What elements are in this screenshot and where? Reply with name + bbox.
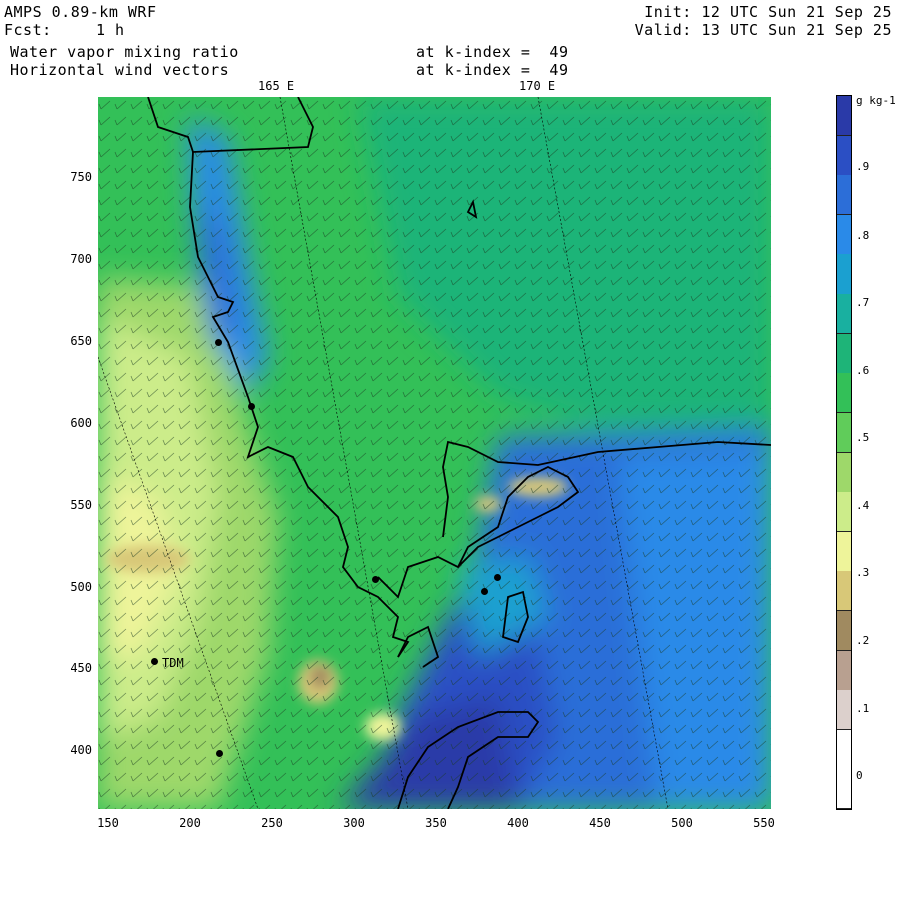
colorbar-segment <box>837 214 851 255</box>
colorbar-segment <box>837 294 851 335</box>
station-dot <box>372 576 379 583</box>
init-time: Init: 12 UTC Sun 21 Sep 25 <box>644 3 892 21</box>
x-tick: 150 <box>97 816 119 830</box>
colorbar-segment <box>837 175 851 216</box>
colorbar-label: .3 <box>856 566 870 579</box>
station-dot <box>494 574 501 581</box>
x-tick: 500 <box>671 816 693 830</box>
longitude-label-165e: 165 E <box>258 79 295 93</box>
station-dot <box>215 339 222 346</box>
colorbar <box>836 95 852 810</box>
x-tick: 550 <box>753 816 775 830</box>
colorbar-segment <box>837 135 851 176</box>
y-tick: 600 <box>70 416 92 430</box>
station-dot <box>216 750 223 757</box>
y-tick: 550 <box>70 498 92 512</box>
station-label-tdm: TDM <box>162 656 184 670</box>
station-dot <box>481 588 488 595</box>
x-tick: 200 <box>179 816 201 830</box>
y-tick: 500 <box>70 580 92 594</box>
colorbar-segment <box>837 333 851 374</box>
moisture-map <box>98 97 771 809</box>
field2-name: Horizontal wind vectors <box>10 61 230 79</box>
colorbar-label: .4 <box>856 499 870 512</box>
y-tick: 700 <box>70 252 92 266</box>
colorbar-label: 0 <box>856 769 863 782</box>
y-tick: 650 <box>70 334 92 348</box>
longitude-label-170e: 170 E <box>519 79 556 93</box>
colorbar-label: .1 <box>856 702 870 715</box>
colorbar-label: .5 <box>856 431 870 444</box>
colorbar-label: .9 <box>856 160 870 173</box>
model-title: AMPS 0.89-km WRF <box>4 3 157 21</box>
colorbar-segment <box>837 492 851 533</box>
x-tick: 300 <box>343 816 365 830</box>
y-tick: 450 <box>70 661 92 675</box>
forecast-value: 1 h <box>96 21 125 39</box>
station-dot <box>248 403 255 410</box>
x-tick: 450 <box>589 816 611 830</box>
moisture-map-svg <box>98 97 771 809</box>
colorbar-segment <box>837 254 851 295</box>
colorbar-segment <box>837 373 851 414</box>
colorbar-segment <box>837 571 851 612</box>
colorbar-segment <box>837 690 851 731</box>
x-tick: 350 <box>425 816 447 830</box>
colorbar-segment <box>837 96 851 137</box>
field1-name: Water vapor mixing ratio <box>10 43 239 61</box>
colorbar-segment <box>837 412 851 453</box>
colorbar-label: .8 <box>856 229 870 242</box>
wind-vectors <box>98 97 771 809</box>
forecast-label: Fcst: <box>4 21 52 39</box>
colorbar-segment <box>837 769 851 810</box>
y-tick: 750 <box>70 170 92 184</box>
x-tick: 250 <box>261 816 283 830</box>
valid-time: Valid: 13 UTC Sun 21 Sep 25 <box>634 21 892 39</box>
field1-level: at k-index = 49 <box>416 43 569 61</box>
colorbar-label: .6 <box>856 364 870 377</box>
colorbar-label: .7 <box>856 296 870 309</box>
colorbar-segment <box>837 729 851 770</box>
y-tick: 400 <box>70 743 92 757</box>
colorbar-segment <box>837 610 851 652</box>
field2-level: at k-index = 49 <box>416 61 569 79</box>
colorbar-segment <box>837 531 851 572</box>
station-dot-tdm <box>151 658 158 665</box>
colorbar-label: .2 <box>856 634 870 647</box>
x-tick: 400 <box>507 816 529 830</box>
colorbar-segment <box>837 452 851 493</box>
colorbar-segment <box>837 650 851 691</box>
colorbar-units: g kg-1 <box>856 94 896 107</box>
